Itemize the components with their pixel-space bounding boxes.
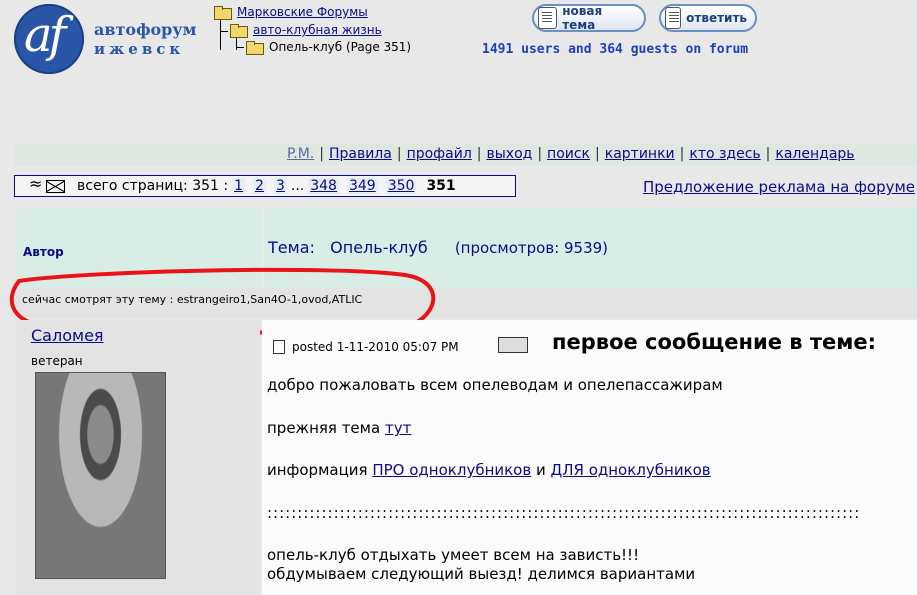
breadcrumb-link[interactable]: авто-клубная жизнь: [253, 23, 382, 37]
edit-profile-icon[interactable]: [498, 337, 528, 353]
nav-calendar[interactable]: календарь: [775, 146, 854, 162]
post-author-rank: ветеран: [31, 354, 83, 368]
tree-line: [220, 31, 228, 32]
document-icon: [665, 7, 682, 29]
nav-pm[interactable]: P.M.: [287, 146, 314, 162]
forum-logo[interactable]: af автофорум ижевск: [14, 4, 197, 76]
reply-label: ответить: [686, 11, 747, 25]
breadcrumb-item-current: Опель-клуб (Page 351): [246, 40, 412, 55]
page-link[interactable]: 1: [232, 178, 246, 194]
new-topic-label: новая тема: [562, 4, 603, 32]
nav-profile[interactable]: профайл: [407, 146, 472, 162]
reply-button[interactable]: ответить: [659, 4, 757, 32]
breadcrumb-item-club-life[interactable]: авто-клубная жизнь: [230, 23, 382, 38]
nav-pictures[interactable]: картинки: [605, 146, 675, 162]
nav-separator: |: [595, 146, 600, 162]
page-link[interactable]: 348: [308, 178, 339, 194]
post-divider: ::::::::::::::::::::::::::::::::::::::::…: [267, 504, 861, 522]
new-topic-button[interactable]: новая тема: [532, 4, 646, 32]
nav-search[interactable]: поиск: [547, 146, 590, 162]
topic-views: (просмотров: 9539): [454, 239, 609, 257]
post-line: информация ПРО одноклубников и ДЛЯ однок…: [267, 461, 711, 479]
logo-mark-text: af: [24, 7, 66, 63]
pager-colon: :: [223, 178, 229, 194]
page-link[interactable]: 3: [273, 178, 287, 194]
pager-label: всего страниц:: [77, 178, 188, 194]
post-body: posted 1-11-2010 05:07 PM первое сообщен…: [262, 320, 917, 595]
breadcrumb-current: Опель-клуб (Page 351): [269, 40, 412, 54]
post-text: и: [535, 461, 546, 479]
post-author-link[interactable]: Саломея: [31, 326, 104, 345]
post-line: добро пожаловать всем опелеводам и опеле…: [267, 376, 723, 394]
avatar: [35, 372, 166, 579]
post-title: первое сообщение в теме:: [552, 330, 877, 354]
nav-separator: |: [476, 146, 482, 162]
document-icon: [538, 7, 558, 29]
previous-topic-link[interactable]: тут: [385, 419, 411, 437]
logo-mark: af: [14, 4, 84, 74]
post-text: прежняя тема: [267, 419, 381, 437]
online-count: 1491 users and 364 guests on forum: [482, 42, 749, 57]
tree-line: [236, 47, 244, 48]
advertising-link[interactable]: Предложение реклама на форуме: [643, 178, 915, 196]
logo-city: ижевск: [94, 40, 185, 58]
topic-header: Тема: Опель-клуб (просмотров: 9539): [268, 238, 608, 257]
folder-icon: [214, 6, 232, 20]
nav-rules[interactable]: Правила: [329, 146, 392, 162]
current-page: 351: [426, 178, 456, 194]
logo-title: автофорум: [94, 20, 197, 39]
tree-line: [220, 20, 221, 50]
breadcrumb-item-forums[interactable]: Марковские Форумы: [214, 5, 368, 20]
pager-ellipsis: ...: [290, 178, 305, 194]
email-topic-icon[interactable]: [29, 174, 65, 193]
nav-separator: |: [319, 146, 324, 162]
nav-bar: P.M. | Правила | профайл | выход | поиск | картинк…: [14, 144, 917, 166]
post-icon: [273, 340, 285, 354]
nav-who-here[interactable]: кто здесь: [689, 146, 760, 162]
about-members-link[interactable]: ПРО одноклубников: [372, 461, 531, 479]
nav-separator: |: [537, 146, 543, 162]
page-link[interactable]: 349: [346, 178, 378, 194]
nav-separator: |: [396, 146, 402, 162]
nav-logout[interactable]: выход: [486, 146, 532, 162]
post-line: прежняя тема тут: [267, 419, 411, 437]
page-link[interactable]: 350: [385, 178, 417, 194]
open-folder-icon: [246, 41, 264, 55]
folder-icon: [230, 24, 248, 38]
post-line: обдумываем следующий выезд! делимся вари…: [267, 565, 696, 583]
breadcrumb-link[interactable]: Марковские Форумы: [237, 5, 368, 19]
nav-separator: |: [765, 146, 771, 162]
post-text: информация: [267, 461, 368, 479]
page-link[interactable]: 2: [253, 178, 266, 194]
post-author-panel: Саломея ветеран: [16, 320, 260, 595]
nav-separator: |: [679, 146, 685, 162]
post-date: posted 1-11-2010 05:07 PM: [292, 340, 459, 354]
pager: всего страниц: 351 : 1 2 3 ... 348 349 3…: [14, 174, 516, 197]
author-header: Автор: [23, 245, 64, 259]
tree-line: [236, 38, 237, 50]
post-line: опель-клуб отдыхать умеет всем на завист…: [267, 546, 640, 564]
topic-name: Опель-клуб: [330, 238, 428, 257]
pager-total: 351: [192, 178, 219, 194]
topic-label: Тема:: [268, 238, 315, 257]
for-members-link[interactable]: ДЛЯ одноклубников: [551, 461, 711, 479]
